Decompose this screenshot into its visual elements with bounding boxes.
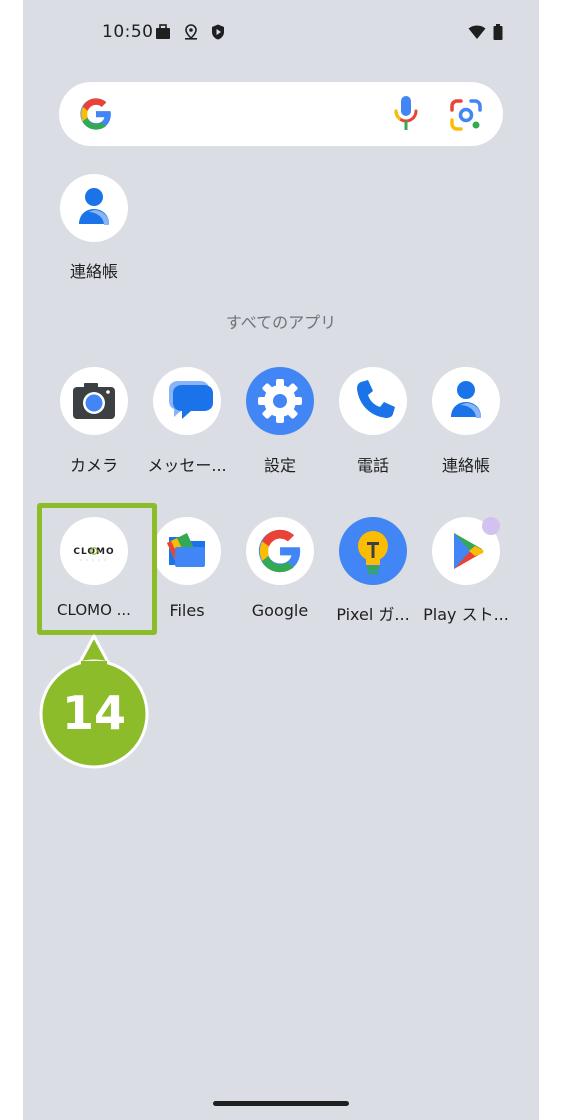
highlight-frame [37,503,157,635]
contacts-icon [451,381,481,418]
app-google[interactable] [246,517,314,585]
settings-gear-icon [258,379,302,423]
google-g-icon [79,97,113,131]
microphone-icon[interactable] [391,94,421,134]
pixel-tips-icon [358,531,388,574]
gesture-nav-handle[interactable] [213,1101,349,1106]
app-label: 電話 [356,456,389,475]
app-label: 連絡帳 [441,456,490,475]
app-camera[interactable] [60,367,128,435]
shield-play-icon [210,24,226,40]
app-label: Google [251,601,309,620]
home-screen: 10:50 連絡帳 すべてのアプリ カメラ メッセー... 設定 電話 連絡帳 … [23,0,539,1120]
all-apps-title: すべてのアプリ [225,313,337,332]
step-number: 14 [61,686,126,740]
app-label: Play スト... [423,605,509,624]
google-lens-icon[interactable] [449,98,483,132]
app-files[interactable] [153,517,221,585]
phone-icon [357,380,395,418]
location-icon [183,24,199,40]
app-phone[interactable] [339,367,407,435]
google-icon [258,529,301,573]
app-label: 設定 [263,456,296,475]
suggested-app-contacts[interactable] [60,174,128,242]
app-settings[interactable] [246,367,314,435]
notification-dot-icon [482,517,500,535]
contacts-icon [79,188,109,225]
status-bar: 10:50 [23,0,539,66]
app-messages[interactable] [153,367,221,435]
status-time: 10:50 [102,22,154,42]
files-icon [167,533,205,567]
messages-icon [169,381,213,419]
suggested-app-label: 連絡帳 [69,262,118,281]
briefcase-icon [155,24,171,40]
wifi-icon [468,24,486,40]
battery-icon [493,24,503,40]
app-label: メッセー... [147,456,227,475]
app-label: カメラ [69,456,118,475]
camera-icon [73,383,115,419]
app-pixel-tips[interactable] [339,517,407,585]
google-search-bar[interactable] [59,82,503,146]
app-label: Pixel ガ... [336,605,410,624]
app-contacts[interactable] [432,367,500,435]
